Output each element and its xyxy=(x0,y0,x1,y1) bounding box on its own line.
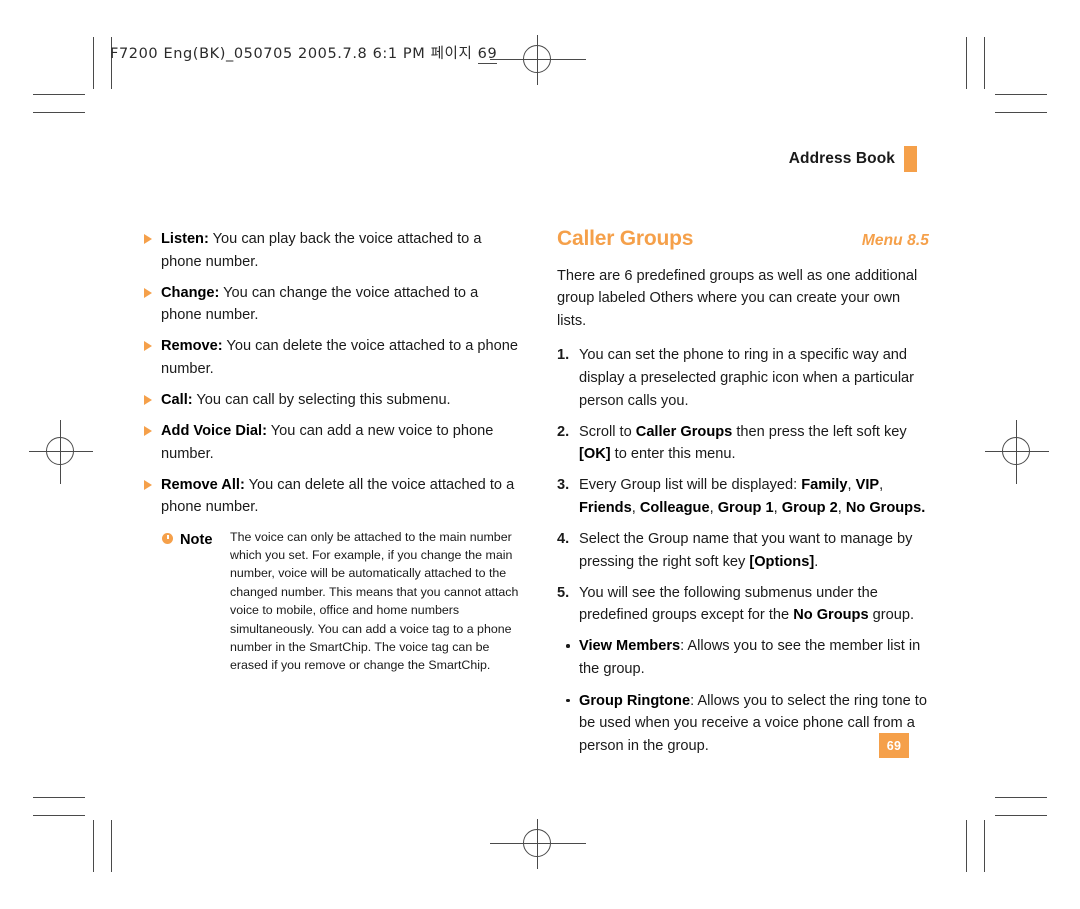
step-text: Every Group list will be displayed: Fami… xyxy=(579,477,926,516)
step-list: 1. You can set the phone to ring in a sp… xyxy=(557,344,929,627)
left-column: Listen: You can play back the voice atta… xyxy=(144,228,522,675)
list-item-term: Change: xyxy=(161,284,220,301)
step-text: You can set the phone to ring in a speci… xyxy=(579,347,915,409)
page-number-badge: 69 xyxy=(879,733,909,758)
step-number: 3. xyxy=(557,477,570,494)
triangle-bullet-icon xyxy=(144,426,152,437)
crop-mark-bottom-left-h2 xyxy=(33,815,85,816)
proof-header-korean: 페이지 xyxy=(430,46,473,62)
section-header: Caller Groups Menu 8.5 xyxy=(557,227,929,253)
crop-mark-top-right-h1 xyxy=(995,94,1047,95)
crop-mark-top-left-v1 xyxy=(93,37,94,89)
crop-mark-top-left-h2 xyxy=(33,112,85,113)
crop-mark-top-right-v2 xyxy=(984,37,985,89)
page-title: Caller Groups xyxy=(557,227,694,250)
step-text: Select the Group name that you want to m… xyxy=(579,531,913,570)
list-item: View Members: Allows you to see the memb… xyxy=(566,635,929,680)
crop-mark-top-right-h2 xyxy=(995,112,1047,113)
running-head: Address Book xyxy=(789,146,917,172)
triangle-bullet-icon xyxy=(144,395,152,406)
crop-mark-bottom-right-h2 xyxy=(995,815,1047,816)
step-item: 4. Select the Group name that you want t… xyxy=(557,528,929,573)
note-text: The voice can only be attached to the ma… xyxy=(230,529,519,673)
dot-bullet-icon xyxy=(566,698,570,703)
registration-mark-bottom-center xyxy=(490,812,586,876)
crop-mark-top-left-h1 xyxy=(33,94,85,95)
list-item: Add Voice Dial: You can add a new voice … xyxy=(144,420,522,465)
crop-mark-bottom-right-v2 xyxy=(984,820,985,872)
crop-mark-bottom-right-v1 xyxy=(966,820,967,872)
list-item: Group Ringtone: Allows you to select the… xyxy=(566,690,929,758)
submenu-text: Group Ringtone: Allows you to select the… xyxy=(579,692,927,754)
info-icon xyxy=(162,532,173,544)
registration-mark-right-center xyxy=(985,420,1049,484)
crop-mark-bottom-left-v2 xyxy=(111,820,112,872)
submenu-list: View Members: Allows you to see the memb… xyxy=(557,635,929,757)
step-text: You will see the following submenus unde… xyxy=(579,584,915,624)
feature-list: Listen: You can play back the voice atta… xyxy=(144,228,522,519)
list-item-text: You can call by selecting this submenu. xyxy=(192,392,451,409)
step-item: 1. You can set the phone to ring in a sp… xyxy=(557,344,929,412)
registration-mark-left-center xyxy=(29,420,93,484)
manual-page: F7200 Eng(BK)_050705 2005.7.8 6:1 PM 페이지… xyxy=(0,0,1080,909)
menu-number-label: Menu 8.5 xyxy=(861,232,929,249)
running-head-accent-bar xyxy=(904,146,917,172)
note-label: Note xyxy=(180,531,213,548)
note-block: Note The voice can only be attached to t… xyxy=(144,528,522,675)
step-item: 2. Scroll to Caller Groups then press th… xyxy=(557,421,929,466)
list-item: Listen: You can play back the voice atta… xyxy=(144,228,522,273)
intro-paragraph: There are 6 predefined groups as well as… xyxy=(557,267,918,329)
right-column: Caller Groups Menu 8.5 There are 6 prede… xyxy=(557,227,929,766)
submenu-text: View Members: Allows you to see the memb… xyxy=(579,638,921,677)
list-item: Remove All: You can delete all the voice… xyxy=(144,474,522,519)
crop-mark-bottom-right-h1 xyxy=(995,797,1047,798)
list-item-term: Remove All: xyxy=(161,476,245,493)
list-item: Remove: You can delete the voice attache… xyxy=(144,335,522,380)
registration-mark-top-center xyxy=(490,28,586,92)
crop-mark-top-right-v1 xyxy=(966,37,967,89)
list-item-term: Listen: xyxy=(161,231,209,247)
step-number: 5. xyxy=(557,584,570,601)
step-text: Scroll to Caller Groups then press the l… xyxy=(579,423,907,463)
note-badge: Note xyxy=(162,528,224,552)
step-item: 5. You will see the following submenus u… xyxy=(557,582,929,627)
proof-header-file: F7200 Eng(BK)_050705 2005.7.8 6:1 PM xyxy=(110,46,426,62)
list-item: Change: You can change the voice attache… xyxy=(144,282,522,327)
list-item-term: Add Voice Dial: xyxy=(161,423,267,440)
proof-header: F7200 Eng(BK)_050705 2005.7.8 6:1 PM 페이지… xyxy=(110,42,498,64)
list-item-text: You can play back the voice attached to … xyxy=(161,231,482,270)
running-head-title: Address Book xyxy=(788,150,895,167)
triangle-bullet-icon xyxy=(144,341,152,352)
step-item: 3. Every Group list will be displayed: F… xyxy=(557,474,929,519)
triangle-bullet-icon xyxy=(144,479,152,490)
list-item: Call: You can call by selecting this sub… xyxy=(144,389,522,412)
step-number: 2. xyxy=(557,423,570,440)
list-item-term: Call: xyxy=(161,392,193,409)
step-number: 4. xyxy=(557,531,570,548)
crop-mark-bottom-left-v1 xyxy=(93,820,94,872)
dot-bullet-icon xyxy=(566,644,570,648)
list-item-term: Remove: xyxy=(161,338,223,355)
triangle-bullet-icon xyxy=(144,234,152,244)
step-number: 1. xyxy=(557,347,570,364)
triangle-bullet-icon xyxy=(144,287,152,298)
proof-header-page: 69 xyxy=(477,46,498,64)
crop-mark-bottom-left-h1 xyxy=(33,797,85,798)
